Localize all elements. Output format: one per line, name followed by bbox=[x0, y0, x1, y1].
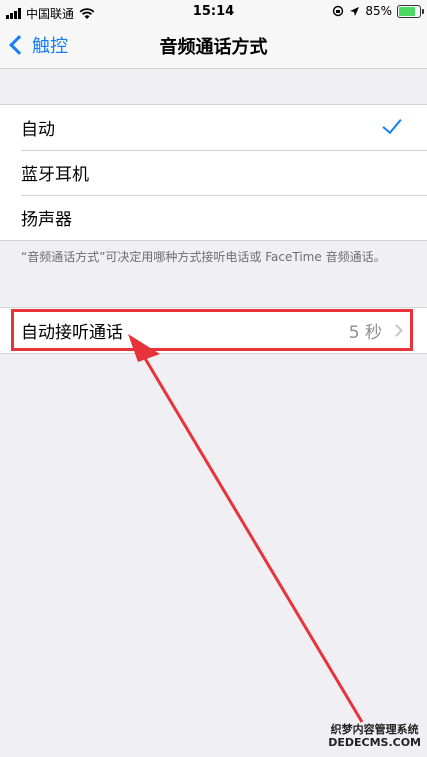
status-bar: 中国联通 15:14 85% bbox=[0, 0, 427, 24]
chevron-right-icon bbox=[390, 324, 403, 337]
option-speaker[interactable]: 扬声器 bbox=[0, 195, 427, 240]
battery-icon bbox=[397, 4, 424, 18]
option-label: 蓝牙耳机 bbox=[21, 165, 89, 185]
battery-percent: 85% bbox=[365, 4, 392, 18]
audio-routing-group: 自动 蓝牙耳机 扬声器 bbox=[0, 104, 427, 241]
checkmark-icon bbox=[382, 113, 402, 135]
option-label: 自动 bbox=[21, 120, 55, 140]
location-icon bbox=[350, 6, 360, 16]
watermark: 织梦内容管理系统 DEDECMS.COM bbox=[328, 723, 421, 749]
watermark-line-1: 织梦内容管理系统 bbox=[330, 723, 419, 736]
option-bluetooth-headset[interactable]: 蓝牙耳机 bbox=[0, 150, 427, 195]
section-footer-note: “音频通话方式”可决定用哪种方式接听电话或 FaceTime 音频通话。 bbox=[21, 250, 386, 264]
option-automatic[interactable]: 自动 bbox=[0, 105, 427, 150]
auto-answer-calls-row[interactable]: 自动接听通话 5 秒 bbox=[0, 308, 427, 353]
navigation-bar: 触控 音频通话方式 bbox=[0, 24, 427, 69]
option-label: 扬声器 bbox=[21, 210, 72, 230]
auto-answer-label: 自动接听通话 bbox=[21, 323, 123, 343]
auto-answer-value: 5 秒 bbox=[348, 323, 382, 343]
status-right: 85% bbox=[332, 4, 424, 18]
lock-rotation-icon bbox=[333, 5, 344, 17]
page-title: 音频通话方式 bbox=[159, 37, 268, 58]
watermark-line-2: DEDECMS.COM bbox=[328, 736, 421, 749]
auto-answer-group: 自动接听通话 5 秒 bbox=[0, 307, 427, 354]
